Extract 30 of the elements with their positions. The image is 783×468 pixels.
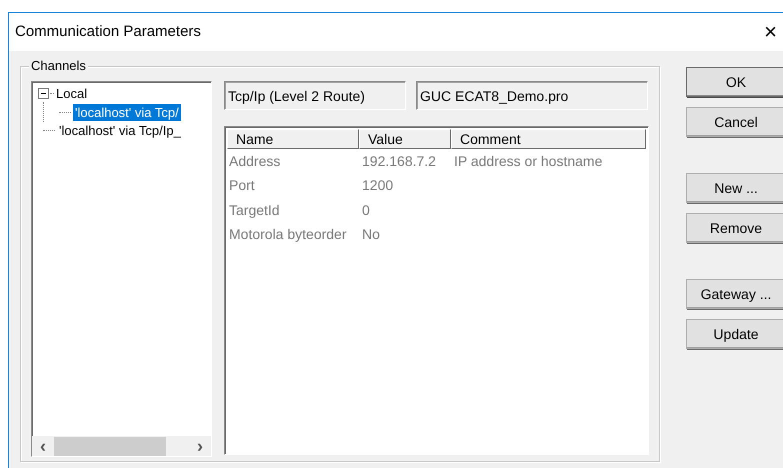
dialog-button[interactable]: New ... [686, 173, 783, 203]
window-title: Communication Parameters [15, 22, 201, 42]
table-cell-text: No [361, 225, 381, 244]
dialog-button[interactable]: Cancel [686, 107, 783, 137]
dialog-button[interactable]: Update [686, 319, 783, 349]
dialog-button[interactable]: Remove [686, 213, 783, 243]
table-cell-text: 0 [361, 200, 371, 220]
column-header[interactable]: Comment [451, 129, 646, 149]
column-header[interactable]: Name [227, 129, 359, 149]
scroll-right-button[interactable]: › [189, 438, 211, 454]
table-cell-text: 1200 [361, 176, 394, 196]
table-cell-text: Address [228, 152, 282, 171]
tree-item[interactable]: 'localhost' via Tcp/Ip_ [57, 122, 183, 139]
table-cell-text: Port [228, 176, 256, 196]
table-cell-text: TargetId [228, 200, 281, 220]
collapse-toggle-icon[interactable] [38, 88, 49, 99]
info-field: Tcp/Ip (Level 2 Route) [224, 81, 406, 110]
horizontal-scrollbar[interactable]: ‹ › [32, 436, 211, 456]
dialog-button[interactable]: OK [686, 67, 783, 97]
tree-item[interactable]: Local [54, 85, 90, 102]
scroll-thumb[interactable] [54, 436, 166, 456]
scroll-left-button[interactable]: ‹ [32, 438, 54, 454]
tree-item[interactable]: 'localhost' via Tcp/ [73, 104, 181, 120]
info-field: GUC ECAT8_Demo.pro [416, 81, 648, 110]
table-cell-text: IP address or hostname [453, 152, 604, 171]
table-cell-text: 192.168.7.2 [361, 152, 437, 171]
table-cell-text: Motorola byteorder [228, 225, 348, 244]
close-button[interactable]: × [762, 21, 779, 43]
dialog-button[interactable]: Gateway ... [686, 279, 783, 309]
column-header[interactable]: Value [359, 129, 451, 149]
